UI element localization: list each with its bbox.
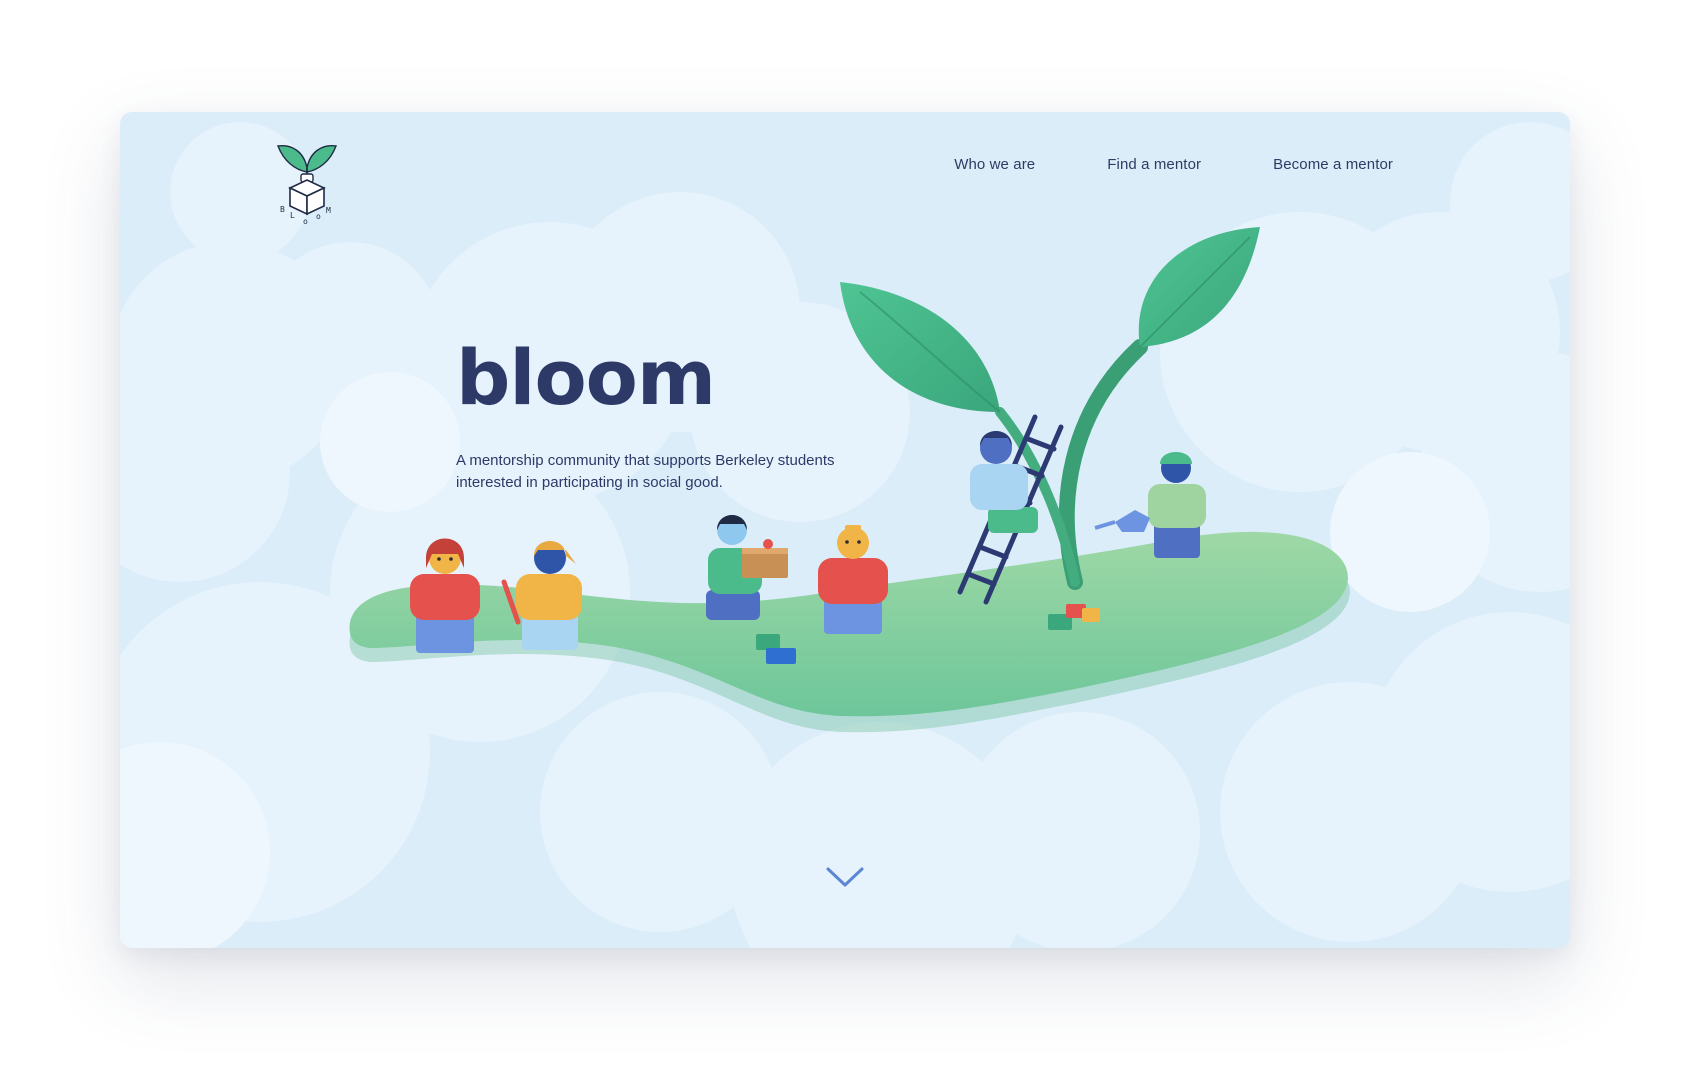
landing-page: B L o o M Who we are Find a mentor Becom… — [120, 112, 1570, 948]
chevron-down-icon[interactable] — [824, 864, 866, 890]
hero-illustration — [349, 227, 1350, 733]
